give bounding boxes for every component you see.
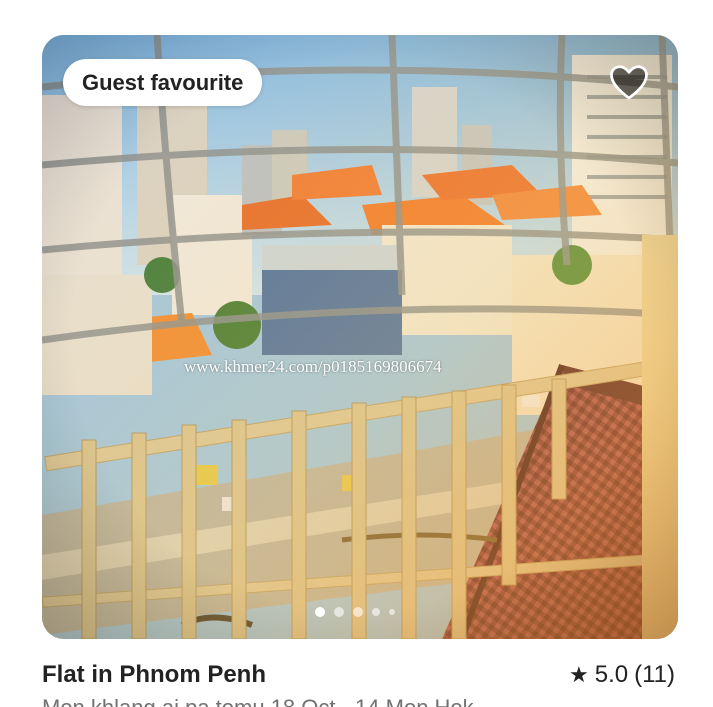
listing-rating: ★ 5.0 (11) bbox=[569, 661, 675, 689]
star-icon: ★ bbox=[569, 662, 589, 687]
carousel-dot[interactable] bbox=[353, 607, 363, 617]
carousel-dot[interactable] bbox=[372, 608, 380, 616]
carousel-dot[interactable] bbox=[334, 607, 344, 617]
listing-photo[interactable] bbox=[42, 35, 678, 639]
listing-subtitle: Mon khlang ai pa tomu 18 Oct - 14 Mon Ho… bbox=[42, 695, 474, 707]
guest-favourite-label: Guest favourite bbox=[82, 69, 244, 95]
carousel-dot-active[interactable] bbox=[315, 607, 325, 617]
carousel-dot[interactable] bbox=[389, 609, 395, 615]
rating-value: 5.0 bbox=[594, 661, 629, 688]
listing-photo-carousel[interactable]: Guest favourite www.khmer24.com/p0185169… bbox=[42, 35, 678, 639]
rating-count: (11) bbox=[634, 661, 676, 688]
guest-favourite-badge: Guest favourite bbox=[63, 59, 263, 106]
listing-title[interactable]: Flat in Phnom Penh bbox=[42, 661, 266, 689]
heart-icon[interactable] bbox=[608, 63, 650, 103]
carousel-pagination bbox=[315, 607, 395, 617]
watermark-text: www.khmer24.com/p0185169806674 bbox=[184, 357, 442, 376]
